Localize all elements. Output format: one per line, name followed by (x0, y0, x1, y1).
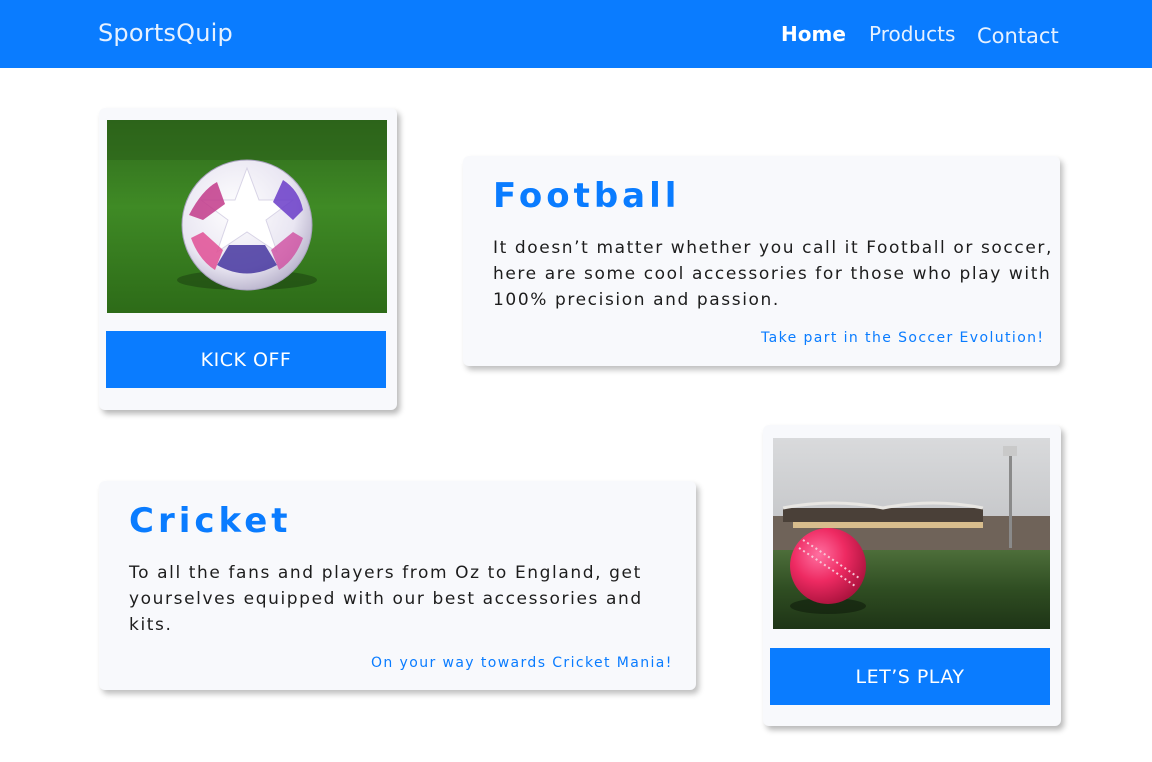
nav-link-home[interactable]: Home (781, 22, 846, 46)
cricket-image (773, 438, 1050, 629)
cricket-title: Cricket (129, 501, 292, 541)
football-image (107, 120, 387, 313)
football-photo-card: KICK OFF (99, 108, 397, 410)
cricket-info-card: Cricket To all the fans and players from… (99, 481, 696, 690)
football-tagline: Take part in the Soccer Evolution! (761, 330, 1045, 346)
cricket-photo-card: LET’S PLAY (763, 425, 1061, 726)
nav-link-products[interactable]: Products (869, 22, 955, 46)
cricket-tagline: On your way towards Cricket Mania! (371, 655, 673, 671)
football-info-card: Football It doesn’t matter whether you c… (463, 156, 1060, 366)
kick-off-button[interactable]: KICK OFF (106, 331, 386, 388)
cricket-description: To all the fans and players from Oz to E… (129, 563, 643, 635)
football-description: It doesn’t matter whether you call it Fo… (493, 238, 1053, 310)
lets-play-button[interactable]: LET’S PLAY (770, 648, 1050, 705)
football-title: Football (493, 176, 681, 216)
brand-logo[interactable]: SportsQuip (98, 19, 233, 47)
cricket-ball-picture (773, 438, 1050, 629)
navbar: SportsQuip Home Products Contact (0, 0, 1152, 68)
nav-link-contact[interactable]: Contact (977, 24, 1059, 48)
football-ball-picture (107, 120, 387, 313)
